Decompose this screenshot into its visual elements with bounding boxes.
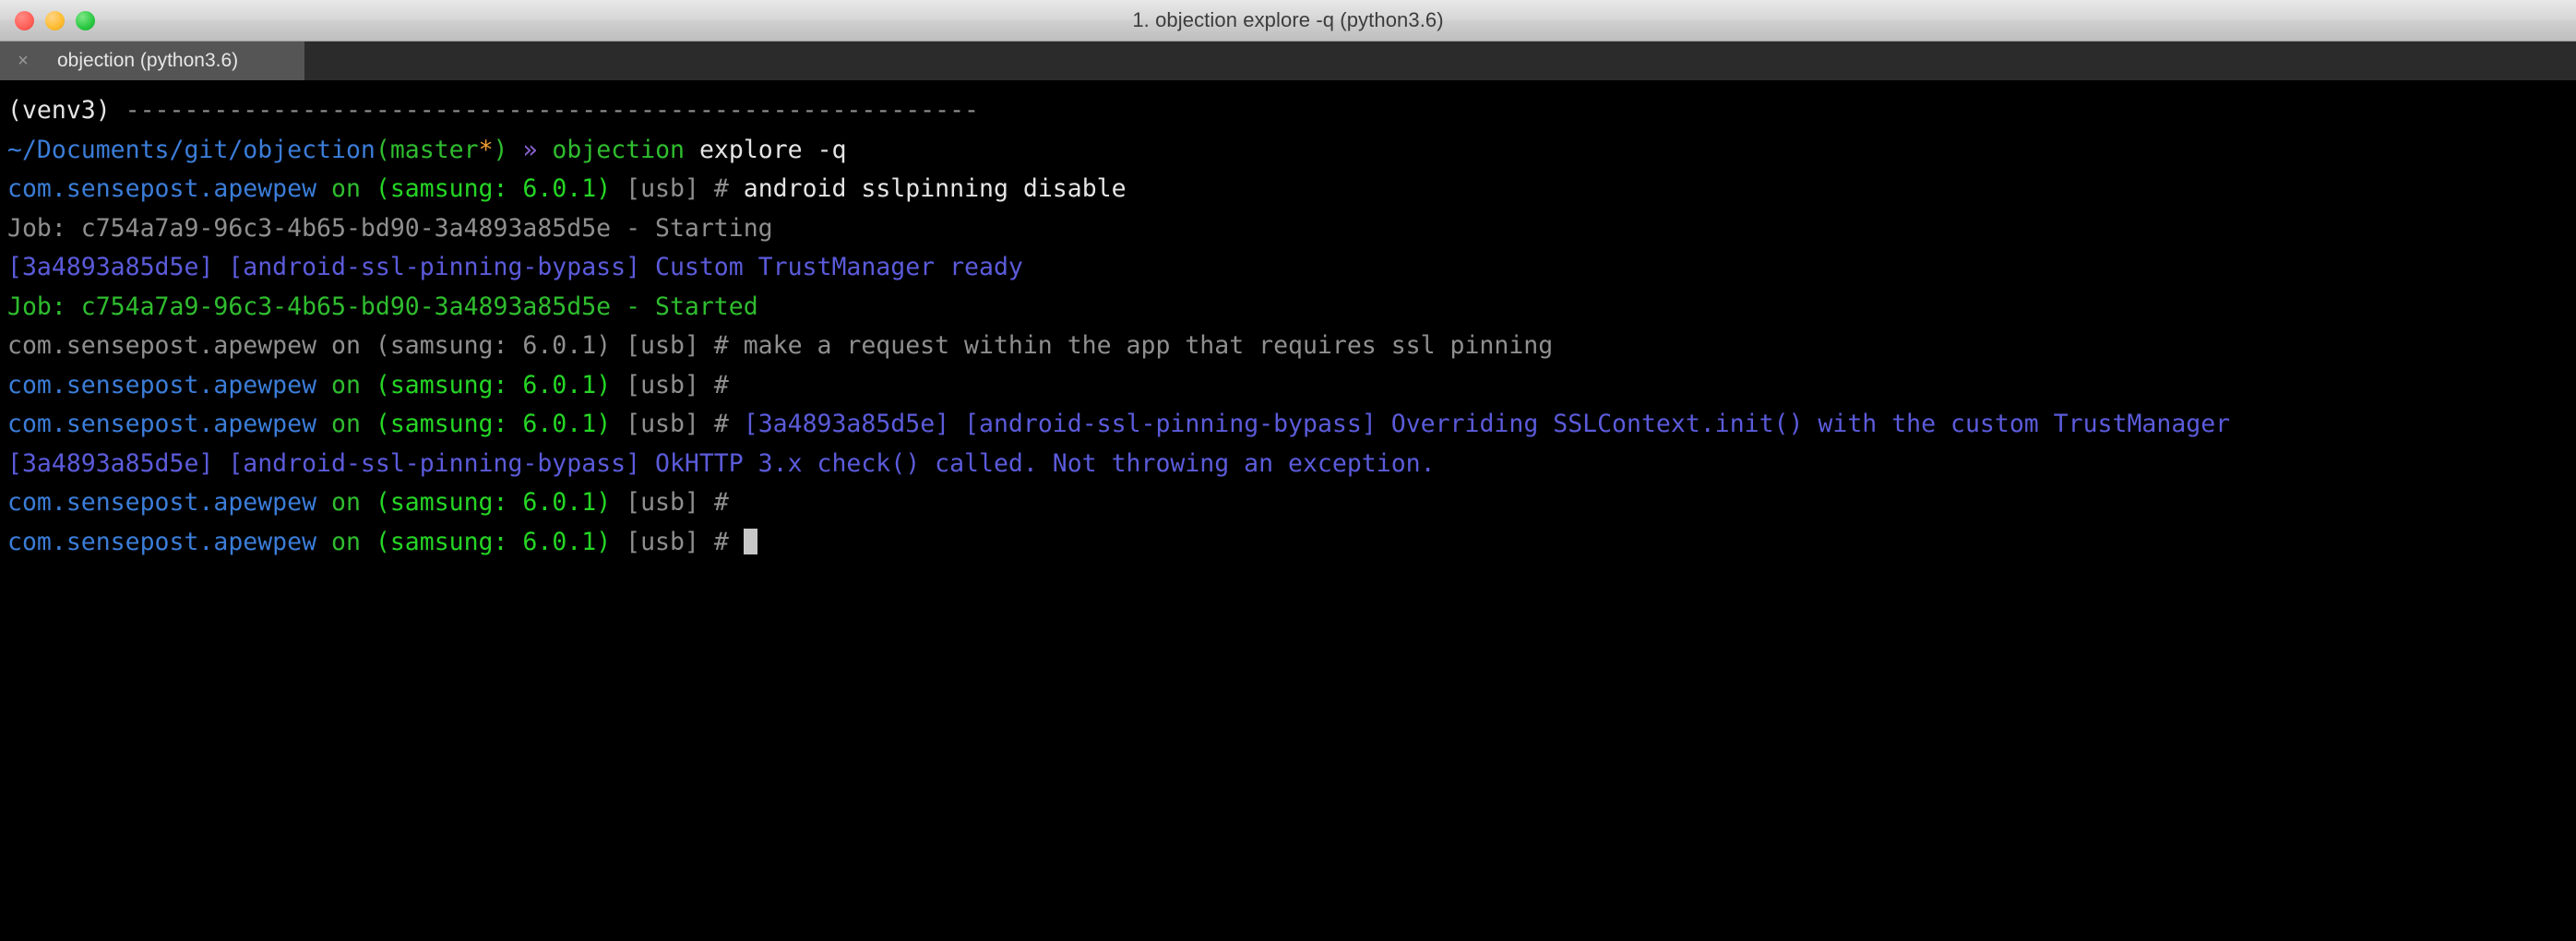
line-empty-prompt-2: com.sensepost.apewpew on (samsung: 6.0.1… (7, 483, 2576, 523)
line-shell-prompt-command-seg-4: ) (493, 135, 508, 164)
line-empty-prompt-1: com.sensepost.apewpew on (samsung: 6.0.1… (7, 366, 2576, 406)
line-empty-prompt-2-seg-2: (samsung: 6.0.1) (375, 488, 612, 517)
window-controls (0, 10, 95, 30)
line-empty-prompt-1-seg-1: on (316, 370, 376, 399)
line-shell-prompt-command-seg-6: » (522, 135, 538, 164)
line-empty-prompt-1-seg-0: com.sensepost.apewpew (7, 370, 317, 399)
line-comment-make-request-seg-0: com.sensepost.apewpew on (samsung: 6.0.1… (7, 331, 1554, 360)
line-job-started-seg-0: Job: c754a7a9-96c3-4b65-bd90-3a4893a85d5… (7, 292, 758, 321)
terminal-output[interactable]: (venv3) --------------------------------… (0, 80, 2576, 941)
line-shell-prompt-command-seg-0: ~/Documents/git/objection (7, 135, 376, 164)
title-bar[interactable]: 1. objection explore -q (python3.6) (0, 0, 2576, 42)
line-empty-prompt-2-seg-0: com.sensepost.apewpew (7, 488, 317, 517)
line-shell-prompt-command-seg-1: ( (375, 135, 390, 164)
minimize-window-button[interactable] (45, 10, 65, 30)
line-shell-prompt-command-seg-3: * (478, 135, 494, 164)
line-cmd-sslpinning-disable-seg-3: [usb] # (611, 174, 744, 203)
window-title: 1. objection explore -q (python3.6) (1132, 8, 1444, 31)
line-overriding-sslcontext-seg-3: [usb] # (611, 410, 744, 438)
tab-label: objection (python3.6) (57, 50, 239, 71)
line-shell-prompt-command-seg-9: explore -q (685, 135, 847, 164)
line-empty-prompt-1-seg-2: (samsung: 6.0.1) (375, 370, 612, 399)
terminal-window: 1. objection explore -q (python3.6) × ob… (0, 0, 2576, 941)
line-overriding-sslcontext-seg-4: [3a4893a85d5e] [android-ssl-pinning-bypa… (743, 410, 2231, 438)
line-venv-rule: (venv3) --------------------------------… (7, 91, 2576, 131)
line-active-prompt: com.sensepost.apewpew on (samsung: 6.0.1… (7, 523, 2576, 563)
line-shell-prompt-command-seg-7 (537, 136, 552, 164)
line-empty-prompt-2-seg-3: [usb] # (611, 488, 729, 517)
line-active-prompt-seg-0: com.sensepost.apewpew (7, 527, 317, 556)
line-job-starting: Job: c754a7a9-96c3-4b65-bd90-3a4893a85d5… (7, 209, 2576, 249)
line-shell-prompt-command: ~/Documents/git/objection(master*) » obj… (7, 131, 2576, 171)
text-cursor (743, 528, 757, 554)
line-shell-prompt-command-seg-5 (508, 136, 523, 164)
line-active-prompt-seg-1: on (316, 527, 376, 556)
line-venv-rule-seg-1: ----------------------------------------… (125, 96, 979, 125)
line-venv-rule-seg-0: (venv3) (7, 96, 125, 125)
line-cmd-sslpinning-disable: com.sensepost.apewpew on (samsung: 6.0.1… (7, 170, 2576, 209)
line-trustmanager-ready: [3a4893a85d5e] [android-ssl-pinning-bypa… (7, 248, 2576, 288)
line-overriding-sslcontext-seg-2: (samsung: 6.0.1) (375, 410, 612, 438)
line-cmd-sslpinning-disable-seg-1: on (316, 174, 376, 203)
line-active-prompt-seg-3: [usb] # (611, 527, 744, 556)
line-empty-prompt-2-seg-1: on (316, 488, 376, 517)
line-shell-prompt-command-seg-2: master (389, 135, 479, 164)
line-empty-prompt-1-seg-3: [usb] # (611, 370, 729, 399)
tab-bar: × objection (python3.6) (0, 42, 2576, 80)
line-overriding-sslcontext-seg-0: com.sensepost.apewpew (7, 410, 317, 438)
line-cmd-sslpinning-disable-seg-0: com.sensepost.apewpew (7, 174, 317, 203)
line-overriding-sslcontext: com.sensepost.apewpew on (samsung: 6.0.1… (7, 405, 2576, 445)
line-trustmanager-ready-seg-0: [3a4893a85d5e] [android-ssl-pinning-bypa… (7, 253, 1023, 281)
line-cmd-sslpinning-disable-seg-2: (samsung: 6.0.1) (375, 174, 612, 203)
line-comment-make-request: com.sensepost.apewpew on (samsung: 6.0.1… (7, 327, 2576, 366)
line-job-started: Job: c754a7a9-96c3-4b65-bd90-3a4893a85d5… (7, 288, 2576, 328)
line-active-prompt-seg-2: (samsung: 6.0.1) (375, 527, 612, 556)
tab-objection[interactable]: × objection (python3.6) (0, 42, 304, 80)
close-window-button[interactable] (15, 10, 34, 30)
line-overriding-sslcontext-seg-1: on (316, 410, 376, 438)
maximize-window-button[interactable] (76, 10, 95, 30)
line-shell-prompt-command-seg-8: objection (552, 135, 685, 164)
close-icon[interactable]: × (13, 52, 33, 70)
line-cmd-sslpinning-disable-seg-4: android sslpinning disable (743, 174, 1127, 203)
line-job-starting-seg-0: Job: c754a7a9-96c3-4b65-bd90-3a4893a85d5… (7, 213, 773, 243)
line-okhttp-check-seg-0: [3a4893a85d5e] [android-ssl-pinning-bypa… (7, 448, 1436, 478)
line-okhttp-check: [3a4893a85d5e] [android-ssl-pinning-bypa… (7, 445, 2576, 484)
